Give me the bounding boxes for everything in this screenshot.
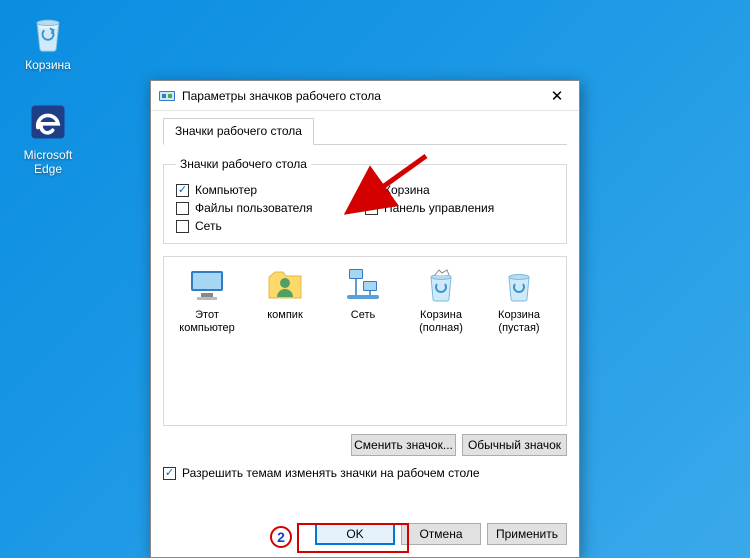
icon-item-this-pc[interactable]: Этот компьютер bbox=[170, 265, 244, 335]
desktop-icon-label: Корзина bbox=[10, 58, 86, 72]
close-icon: ✕ bbox=[551, 87, 564, 105]
desktop-icon-label: Microsoft Edge bbox=[10, 148, 86, 176]
desktop-icon-edge[interactable]: Microsoft Edge bbox=[10, 100, 86, 176]
recycle-bin-empty-icon bbox=[499, 265, 539, 305]
checkbox-network[interactable]: Сеть bbox=[176, 219, 365, 233]
annotation-step-badge: 2 bbox=[270, 526, 292, 548]
checkbox-icon bbox=[176, 220, 189, 233]
icon-item-label: Корзина (пустая) bbox=[482, 309, 556, 335]
checkbox-icon bbox=[176, 202, 189, 215]
icon-item-user-folder[interactable]: компик bbox=[248, 265, 322, 335]
icon-item-label: Этот компьютер bbox=[170, 309, 244, 335]
desktop-icon-recycle-bin[interactable]: Корзина bbox=[10, 10, 86, 72]
checkbox-control-panel[interactable]: Панель управления bbox=[365, 201, 554, 215]
recycle-bin-icon bbox=[26, 10, 70, 54]
checkbox-label: Корзина bbox=[384, 183, 430, 197]
checkbox-label: Файлы пользователя bbox=[195, 201, 312, 215]
checkbox-icon bbox=[163, 467, 176, 480]
default-icon-button[interactable]: Обычный значок bbox=[462, 434, 567, 456]
checkbox-computer[interactable]: Компьютер bbox=[176, 183, 365, 197]
computer-icon bbox=[187, 265, 227, 305]
user-folder-icon bbox=[265, 265, 305, 305]
window-icon bbox=[159, 88, 175, 104]
icon-preview-list: Этот компьютер компик Сеть Корзина (полн… bbox=[163, 256, 567, 426]
dialog-footer: 2 OK Отмена Применить bbox=[151, 523, 579, 557]
icon-item-recycle-full[interactable]: Корзина (полная) bbox=[404, 265, 478, 335]
checkbox-label: Сеть bbox=[195, 219, 222, 233]
close-button[interactable]: ✕ bbox=[535, 81, 579, 111]
window-title: Параметры значков рабочего стола bbox=[182, 89, 535, 103]
titlebar: Параметры значков рабочего стола ✕ bbox=[151, 81, 579, 111]
icon-item-network[interactable]: Сеть bbox=[326, 265, 400, 335]
checkbox-allow-themes[interactable]: Разрешить темам изменять значки на рабоч… bbox=[163, 466, 567, 480]
checkbox-label: Разрешить темам изменять значки на рабоч… bbox=[182, 466, 480, 480]
checkbox-icon bbox=[365, 184, 378, 197]
checkbox-label: Компьютер bbox=[195, 183, 257, 197]
network-icon bbox=[343, 265, 383, 305]
checkbox-recycle-bin[interactable]: Корзина bbox=[365, 183, 554, 197]
desktop-icons-group: Значки рабочего стола Компьютер Файлы по… bbox=[163, 157, 567, 244]
icon-item-label: Сеть bbox=[326, 309, 400, 322]
group-legend: Значки рабочего стола bbox=[176, 157, 311, 171]
recycle-bin-full-icon bbox=[421, 265, 461, 305]
cancel-button[interactable]: Отмена bbox=[401, 523, 481, 545]
checkbox-label: Панель управления bbox=[384, 201, 494, 215]
ok-button[interactable]: OK bbox=[315, 523, 395, 545]
icon-item-label: Корзина (полная) bbox=[404, 309, 478, 335]
tab-desktop-icons[interactable]: Значки рабочего стола bbox=[163, 118, 314, 145]
desktop-icon-settings-dialog: Параметры значков рабочего стола ✕ Значк… bbox=[150, 80, 580, 558]
checkbox-icon bbox=[176, 184, 189, 197]
checkbox-icon bbox=[365, 202, 378, 215]
tabstrip: Значки рабочего стола bbox=[163, 117, 567, 145]
apply-button[interactable]: Применить bbox=[487, 523, 567, 545]
edge-icon bbox=[26, 100, 70, 144]
checkbox-user-files[interactable]: Файлы пользователя bbox=[176, 201, 365, 215]
icon-item-recycle-empty[interactable]: Корзина (пустая) bbox=[482, 265, 556, 335]
change-icon-button[interactable]: Сменить значок... bbox=[351, 434, 456, 456]
icon-item-label: компик bbox=[248, 309, 322, 322]
